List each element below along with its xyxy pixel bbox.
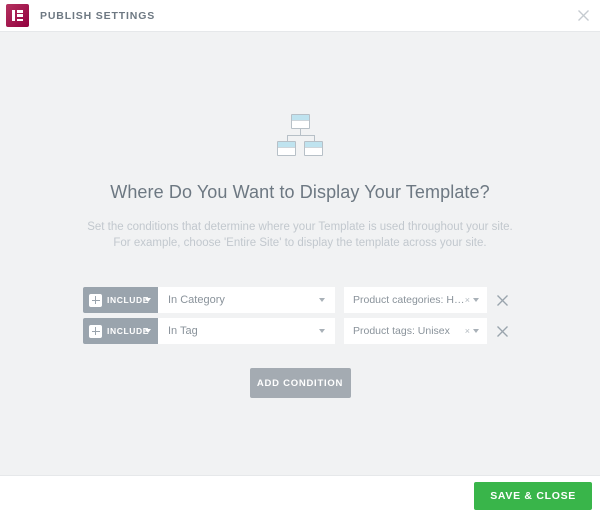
page-title: PUBLISH SETTINGS xyxy=(40,9,156,22)
chevron-down-icon xyxy=(473,329,479,333)
save-and-close-button[interactable]: SAVE & CLOSE xyxy=(474,482,592,510)
clear-icon[interactable]: × xyxy=(465,326,470,336)
condition-type-label: INCLUDE xyxy=(107,295,149,305)
condition-type-label: INCLUDE xyxy=(107,326,149,336)
main-subtitle: Set the conditions that determine where … xyxy=(87,219,513,251)
sitemap-icon xyxy=(276,114,324,156)
add-condition-button[interactable]: ADD CONDITION xyxy=(249,368,351,398)
clear-icon[interactable]: × xyxy=(465,295,470,305)
plus-icon xyxy=(89,293,102,307)
condition-name-value: In Tag xyxy=(168,325,198,337)
condition-name-value: In Category xyxy=(168,294,225,306)
elementor-logo-glyph xyxy=(12,10,23,21)
chevron-down-icon xyxy=(145,329,151,333)
main-heading: Where Do You Want to Display Your Templa… xyxy=(110,182,490,202)
modal-header: PUBLISH SETTINGS xyxy=(0,0,600,32)
modal-footer: SAVE & CLOSE xyxy=(0,475,600,516)
condition-name-select[interactable]: In Category xyxy=(158,287,335,313)
elementor-logo-icon xyxy=(6,4,29,27)
modal-body: Where Do You Want to Display Your Templa… xyxy=(0,32,600,475)
subtitle-line-2: For example, choose 'Entire Site' to dis… xyxy=(113,237,487,249)
remove-condition-icon[interactable] xyxy=(487,318,517,344)
plus-icon xyxy=(89,324,102,338)
remove-condition-icon[interactable] xyxy=(487,287,517,313)
chevron-down-icon xyxy=(145,298,151,302)
publish-settings-modal: PUBLISH SETTINGS Where Do You Want to Di… xyxy=(0,0,600,516)
condition-row: INCLUDE In Category Product categories: … xyxy=(83,287,517,313)
condition-type-select[interactable]: INCLUDE xyxy=(83,318,158,344)
chevron-down-icon xyxy=(319,298,325,302)
condition-value-text: Product tags: Unisex xyxy=(353,325,450,337)
chevron-down-icon xyxy=(473,298,479,302)
condition-type-select[interactable]: INCLUDE xyxy=(83,287,158,313)
chevron-down-icon xyxy=(319,329,325,333)
condition-value-select[interactable]: Product categories: Hoodie × xyxy=(344,287,487,313)
condition-name-select[interactable]: In Tag xyxy=(158,318,335,344)
condition-value-select[interactable]: Product tags: Unisex × xyxy=(344,318,487,344)
close-icon[interactable] xyxy=(566,0,600,31)
condition-value-text: Product categories: Hoodie xyxy=(353,294,465,306)
conditions-list: INCLUDE In Category Product categories: … xyxy=(83,287,517,398)
condition-row: INCLUDE In Tag Product tags: Unisex × xyxy=(83,318,517,344)
subtitle-line-1: Set the conditions that determine where … xyxy=(87,221,513,233)
